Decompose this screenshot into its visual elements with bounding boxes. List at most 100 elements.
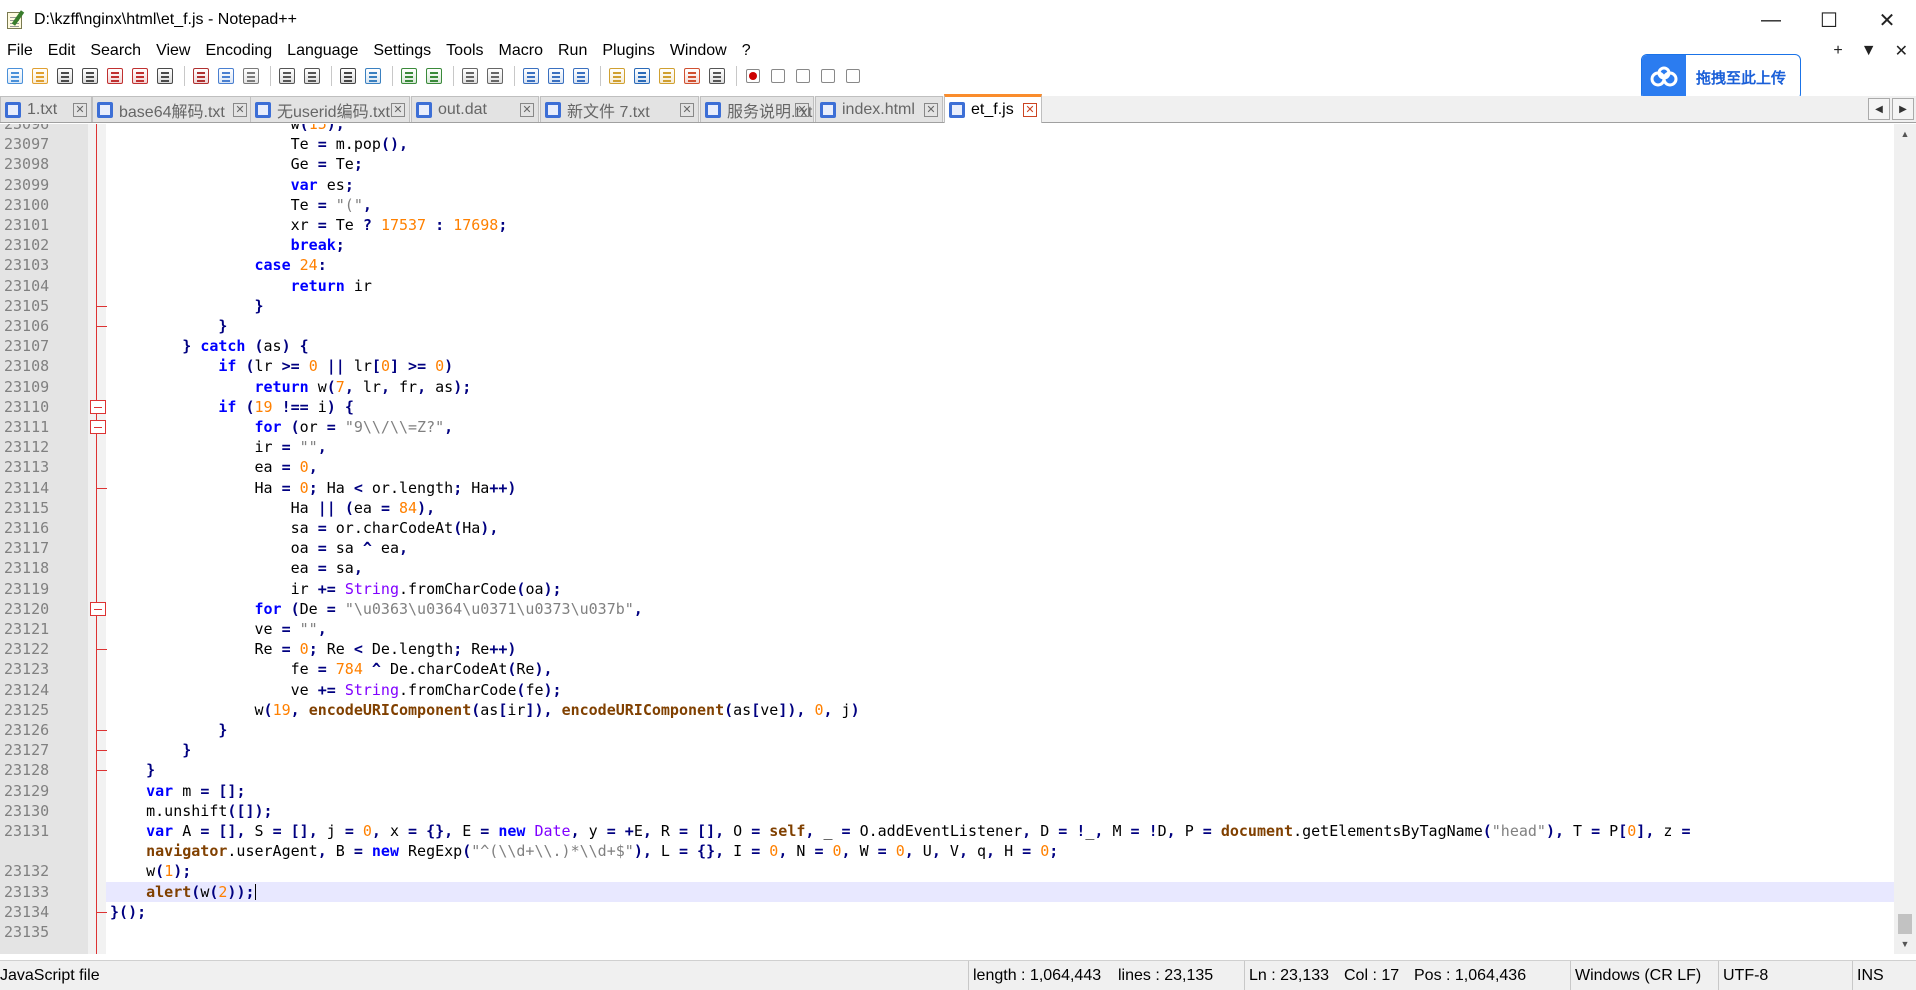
code-line[interactable]: Ge = Te; [106,154,1894,174]
menu-file[interactable]: File [0,42,41,60]
code-line[interactable]: xr = Te ? 17537 : 17698; [106,215,1894,235]
zoom-out-icon[interactable] [423,65,445,87]
record-macro-icon[interactable] [742,65,764,87]
save-icon[interactable] [54,65,76,87]
code-line[interactable]: fe = 784 ^ De.charCodeAt(Re), [106,659,1894,679]
code-line[interactable]: var A = [], S = [], j = 0, x = {}, E = n… [106,821,1894,841]
tab-4[interactable]: out.dat ✕ [411,96,539,122]
tab-close-icon[interactable]: ✕ [73,103,87,117]
fold-toggle-icon[interactable] [90,399,106,414]
tab-close-icon[interactable]: ✕ [1023,103,1037,117]
tab-close-icon[interactable]: ✕ [924,103,938,117]
code-line[interactable]: if (lr >= 0 || lr[0] >= 0) [106,356,1894,376]
print-icon[interactable] [154,65,176,87]
code-line[interactable]: } [106,760,1894,780]
status-insert-mode[interactable]: INS [1852,961,1916,990]
tab-list-dropdown-icon[interactable]: ▼ [1861,42,1877,60]
minimize-button[interactable]: — [1742,0,1800,40]
vertical-scrollbar[interactable]: ▲ ▼ [1894,124,1916,954]
replace-icon[interactable] [362,65,384,87]
code-line[interactable]: }(); [106,902,1894,922]
code-line[interactable]: ea = 0, [106,457,1894,477]
code-line[interactable]: for (or = "9\\/\\=Z?", [106,417,1894,437]
tab-1[interactable]: 1.txt ✕ [0,96,92,122]
tab-6[interactable]: 服务说明.txt ✕ [700,96,814,122]
open-file-icon[interactable] [29,65,51,87]
code-line[interactable]: Ha || (ea = 84), [106,498,1894,518]
menu-tools[interactable]: Tools [439,42,491,60]
menu-view[interactable]: View [149,42,198,60]
tab-7[interactable]: index.html ✕ [815,96,943,122]
find-icon[interactable] [337,65,359,87]
code-line[interactable]: } [106,296,1894,316]
tab-close-icon[interactable]: ✕ [795,103,809,117]
code-line[interactable]: Ha = 0; Ha < or.length; Ha++) [106,478,1894,498]
stop-macro-icon[interactable] [767,65,789,87]
fold-toggle-icon[interactable] [90,420,106,434]
code-line[interactable]: m.unshift([]); [106,801,1894,821]
code-line[interactable]: ve = "", [106,619,1894,639]
zoom-in-icon[interactable] [398,65,420,87]
code-line[interactable]: var es; [106,175,1894,195]
show-all-chars-icon[interactable] [545,65,567,87]
folder-workspace-icon[interactable] [656,65,678,87]
tab-close-icon[interactable]: ✕ [680,103,694,117]
code-line[interactable]: } [106,720,1894,740]
code-line[interactable]: oa = sa ^ ea, [106,538,1894,558]
sync-vertical-icon[interactable] [459,65,481,87]
run-macro-multiple-icon[interactable] [817,65,839,87]
code-line[interactable]: w(19, encodeURIComponent(as[ir]), encode… [106,700,1894,720]
menu-search[interactable]: Search [83,42,149,60]
tab-scroll-left-button[interactable]: ◀ [1868,98,1890,120]
code-line[interactable]: for (De = "\u0363\u0364\u0371\u0373\u037… [106,599,1894,619]
close-button[interactable]: ✕ [1858,0,1916,40]
menu-window[interactable]: Window [663,42,735,60]
code-line[interactable]: w(1); [106,861,1894,881]
save-macro-icon[interactable] [842,65,864,87]
code-line[interactable]: } catch (as) { [106,336,1894,356]
code-line[interactable]: if (19 !== i) { [106,397,1894,417]
cut-icon[interactable] [190,65,212,87]
menu-edit[interactable]: Edit [41,42,84,60]
tab-close-icon[interactable]: ✕ [233,103,247,117]
code-line[interactable]: case 24: [106,255,1894,275]
code-line[interactable]: navigator.userAgent, B = new RegExp("^(\… [106,841,1894,861]
code-line[interactable]: sa = or.charCodeAt(Ha), [106,518,1894,538]
code-line[interactable]: } [106,740,1894,760]
code-line[interactable]: ir = "", [106,437,1894,457]
maximize-button[interactable]: ☐ [1800,0,1858,40]
tab-close-icon[interactable]: ✕ [391,103,405,117]
close-icon[interactable] [104,65,126,87]
doc-list-icon[interactable] [681,65,703,87]
code-line[interactable]: w(15), [106,124,1894,134]
menu-settings[interactable]: Settings [366,42,439,60]
close-all-icon[interactable] [129,65,151,87]
monitor-icon[interactable] [706,65,728,87]
play-macro-icon[interactable] [792,65,814,87]
code-editor[interactable]: w(15), Te = m.pop(), Ge = Te; var es; Te… [0,124,1916,954]
menu-macro[interactable]: Macro [492,42,551,60]
sync-horizontal-icon[interactable] [484,65,506,87]
redo-icon[interactable] [301,65,323,87]
scroll-thumb[interactable] [1898,914,1912,934]
status-encoding[interactable]: UTF-8 [1718,961,1852,990]
copy-icon[interactable] [215,65,237,87]
code-line[interactable]: ve += String.fromCharCode(fe); [106,680,1894,700]
tab-scroll-right-button[interactable]: ▶ [1892,98,1914,120]
save-all-icon[interactable] [79,65,101,87]
menu-help[interactable]: ? [735,42,759,60]
code-line[interactable]: ea = sa, [106,558,1894,578]
menu-run[interactable]: Run [551,42,595,60]
tab-8[interactable]: et_f.js ✕ [944,94,1042,123]
tab-3[interactable]: 无userid编码.txt ✕ [250,96,410,122]
code-line[interactable]: var m = []; [106,781,1894,801]
menu-encoding[interactable]: Encoding [198,42,280,60]
code-line[interactable]: return ir [106,276,1894,296]
code-line[interactable]: Re = 0; Re < De.length; Re++) [106,639,1894,659]
code-area[interactable]: w(15), Te = m.pop(), Ge = Te; var es; Te… [106,124,1894,954]
tab-2[interactable]: base64解码.txt ✕ [92,96,252,122]
code-line[interactable]: Te = "(", [106,195,1894,215]
scroll-up-arrow-icon[interactable]: ▲ [1894,124,1916,144]
drag-upload-button[interactable]: 拖拽至此上传 [1641,54,1801,100]
tab-close-icon[interactable]: ✕ [520,103,534,117]
